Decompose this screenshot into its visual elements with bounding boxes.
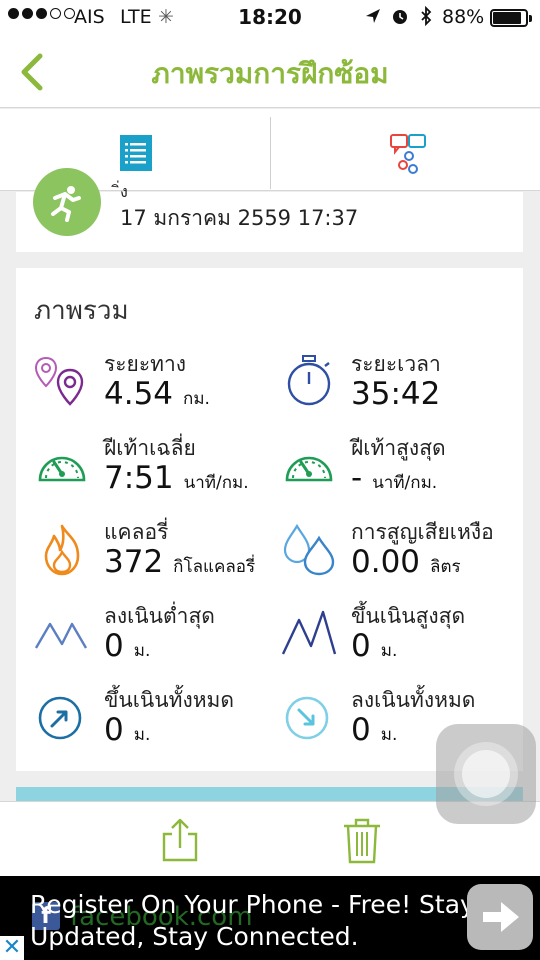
speedometer-icon [281,438,337,494]
stat-value: 0 ม. [351,712,398,748]
status-icons [364,5,446,31]
low-mountains-icon [34,606,90,662]
page-title: ภาพรวมการฝึกซ้อม [151,57,389,90]
speedometer-icon [34,438,90,494]
ad-banner[interactable]: f facebook.com Register On Your Phone - … [0,876,540,960]
activity-datetime: 17 มกราคม 2559 17:37 [120,206,359,230]
flame-icon [34,522,90,578]
stat-value: 0 ม. [104,712,151,748]
assistive-touch-button[interactable] [436,724,536,824]
stat-duration: ระยะเวลา 35:42 [281,348,531,432]
stat-avg-pace: ฝีเท้าเฉลี่ย 7:51 นาที/กม. [34,432,284,516]
drops-icon [281,522,337,578]
tab-community-view[interactable] [271,109,540,191]
stat-sweat-loss: การสูญเสียเหงือ 0.00 ลิตร [281,516,531,600]
arrow-right-icon [483,902,519,932]
summary-heading: ภาพรวม [34,296,129,326]
ad-text-line1: Register On Your Phone - Free! Stay [30,890,475,919]
stat-min-descent: ลงเนินต่ำสุด 0 ม. [34,600,284,684]
ad-close-button[interactable]: ✕ [0,936,24,960]
chat-bubbles-icon [389,131,426,175]
arrow-up-circle-icon [34,690,90,746]
running-icon [33,168,101,236]
stat-max-ascent: ขึ้นเนินสูงสุด 0 ม. [281,600,531,684]
location-arrow-icon [366,9,380,23]
stat-value: 0 ม. [351,628,398,664]
trash-icon [344,818,380,864]
navigation-bar: ภาพรวมการฝึกซ้อม [0,36,540,108]
bluetooth-icon [421,5,432,27]
arrow-down-circle-icon [281,690,337,746]
stat-value: 35:42 [351,376,441,412]
status-bar: AIS LTE ✳ 18:20 88% [0,0,540,36]
stat-distance: ระยะทาง 4.54 กม. [34,348,284,432]
battery-percent: 88% [442,6,485,28]
stat-value: 0 ม. [104,628,151,664]
delete-button[interactable] [342,816,382,864]
stat-value: 372 กิโลแคลอรี่ [104,544,256,580]
stat-value: 0.00 ลิตร [351,544,461,580]
share-icon [162,818,198,862]
ad-open-button[interactable] [467,884,533,950]
stat-value: - นาที/กม. [351,460,438,496]
stat-max-pace: ฝีเท้าสูงสุด - นาที/กม. [281,432,531,516]
battery-icon [490,9,532,27]
share-button[interactable] [160,816,200,864]
location-pins-icon [34,354,90,410]
list-icon [118,131,154,175]
ad-text-line2: Updated, Stay Connected. [30,922,359,951]
stat-value: 7:51 นาที/กม. [104,460,249,496]
high-mountains-icon [281,606,337,662]
summary-card: ภาพรวม ระยะทาง 4.54 กม. ระยะเวลา 35:42 ฝ… [16,268,523,771]
stat-total-ascent: ขึ้นเนินทั้งหมด 0 ม. [34,684,284,768]
stat-calories: แคลอรี่ 372 กิโลแคลอรี่ [34,516,284,600]
stopwatch-icon [281,354,337,410]
activity-card[interactable]: ิ่ง 17 มกราคม 2559 17:37 [16,168,523,252]
stat-value: 4.54 กม. [104,376,210,412]
